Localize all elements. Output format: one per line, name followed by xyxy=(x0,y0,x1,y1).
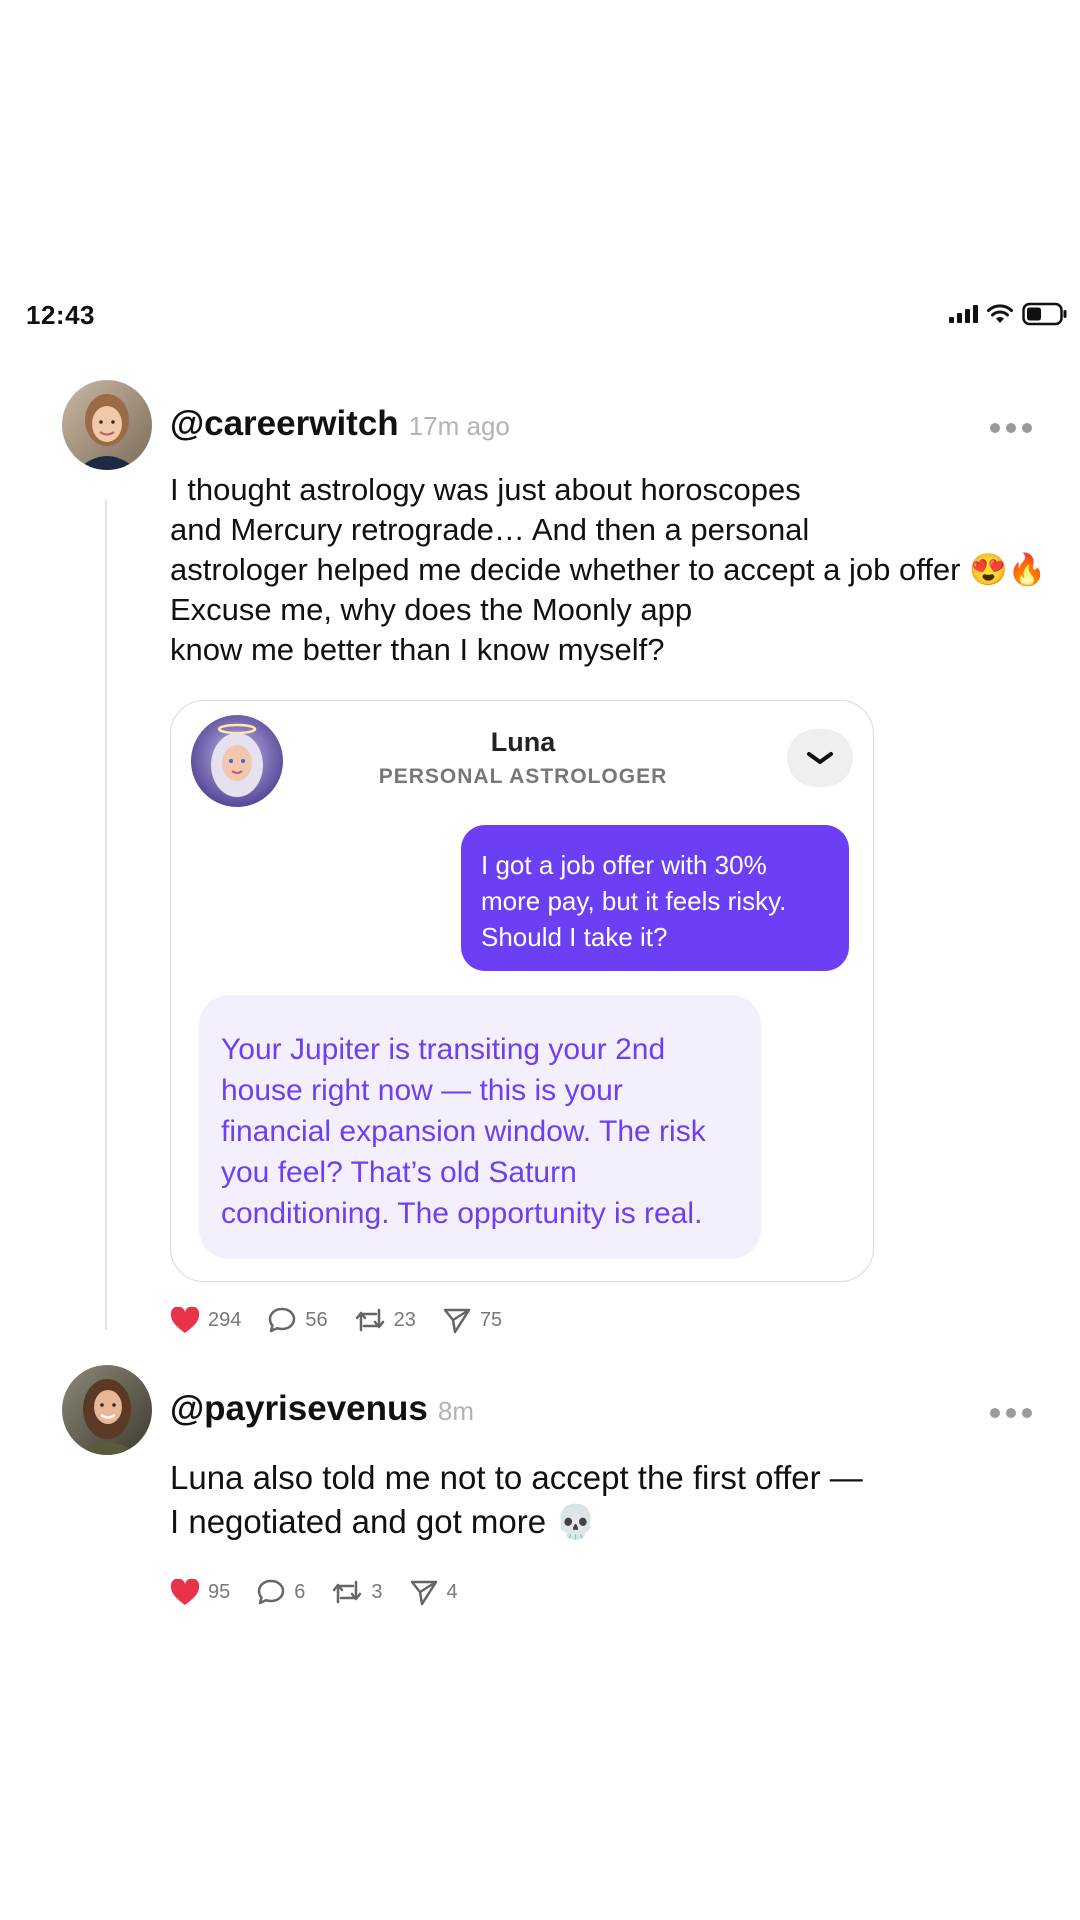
like-button[interactable]: 294 xyxy=(170,1306,242,1334)
astrologer-name: Luna xyxy=(490,727,556,757)
battery-icon xyxy=(1022,302,1067,326)
repost-button[interactable]: 23 xyxy=(354,1306,416,1334)
repost-icon xyxy=(333,1580,362,1604)
post-actions: 294 56 23 75 xyxy=(170,1306,528,1334)
comment-button[interactable]: 56 xyxy=(267,1306,328,1334)
thread-line xyxy=(105,500,107,1330)
avatar[interactable] xyxy=(62,1365,152,1455)
more-options-icon[interactable] xyxy=(990,1408,1032,1418)
status-icons xyxy=(948,302,1068,326)
comment-button[interactable]: 6 xyxy=(256,1578,305,1606)
post-header: @careerwitch 17m ago xyxy=(170,404,510,444)
post-text: Luna also told me not to accept the firs… xyxy=(170,1459,863,1540)
repost-icon xyxy=(355,1308,384,1332)
share-count: 75 xyxy=(479,1308,503,1331)
comment-icon xyxy=(269,1307,296,1333)
repost-count: 23 xyxy=(393,1308,416,1331)
timestamp: 17m ago xyxy=(408,411,510,441)
heart-icon xyxy=(170,1578,200,1605)
like-button[interactable]: 95 xyxy=(170,1578,231,1606)
heart-icon xyxy=(170,1306,200,1333)
timestamp: 8m xyxy=(437,1396,474,1426)
astrologer-reply-bubble: Your Jupiter is transiting your 2nd hous… xyxy=(199,995,761,1259)
username[interactable]: @careerwitch xyxy=(170,404,399,444)
wifi-icon xyxy=(987,304,1013,323)
repost-button[interactable]: 3 xyxy=(331,1578,383,1606)
send-icon xyxy=(410,1580,437,1606)
post-actions: 95 6 3 4 xyxy=(170,1578,484,1606)
chat-card: Luna PERSONAL ASTROLOGER I got a job off… xyxy=(170,700,874,1282)
status-bar: 12:43 xyxy=(0,290,1080,340)
astrologer-role: PERSONAL ASTROLOGER xyxy=(378,765,668,788)
repost-count: 3 xyxy=(371,1580,383,1603)
post-header: @payrisevenus 8m xyxy=(170,1389,474,1429)
status-time: 12:43 xyxy=(26,300,95,330)
comment-icon xyxy=(258,1579,285,1605)
like-count: 95 xyxy=(208,1580,231,1603)
chevron-down-icon xyxy=(807,752,833,764)
share-button[interactable]: 75 xyxy=(442,1306,502,1334)
share-button[interactable]: 4 xyxy=(409,1578,458,1606)
post-text: I thought astrology was just about horos… xyxy=(170,472,1047,667)
more-options-icon[interactable] xyxy=(990,423,1032,433)
like-count: 294 xyxy=(208,1308,242,1331)
comment-count: 56 xyxy=(305,1308,328,1331)
share-count: 4 xyxy=(446,1580,458,1603)
comment-count: 6 xyxy=(294,1580,306,1603)
user-message-bubble: I got a job offer with 30% more pay, but… xyxy=(461,825,849,971)
cellular-signal-icon xyxy=(949,305,978,323)
send-icon xyxy=(443,1308,471,1334)
username[interactable]: @payrisevenus xyxy=(170,1389,428,1429)
avatar[interactable] xyxy=(62,380,152,470)
collapse-button[interactable] xyxy=(787,729,853,787)
